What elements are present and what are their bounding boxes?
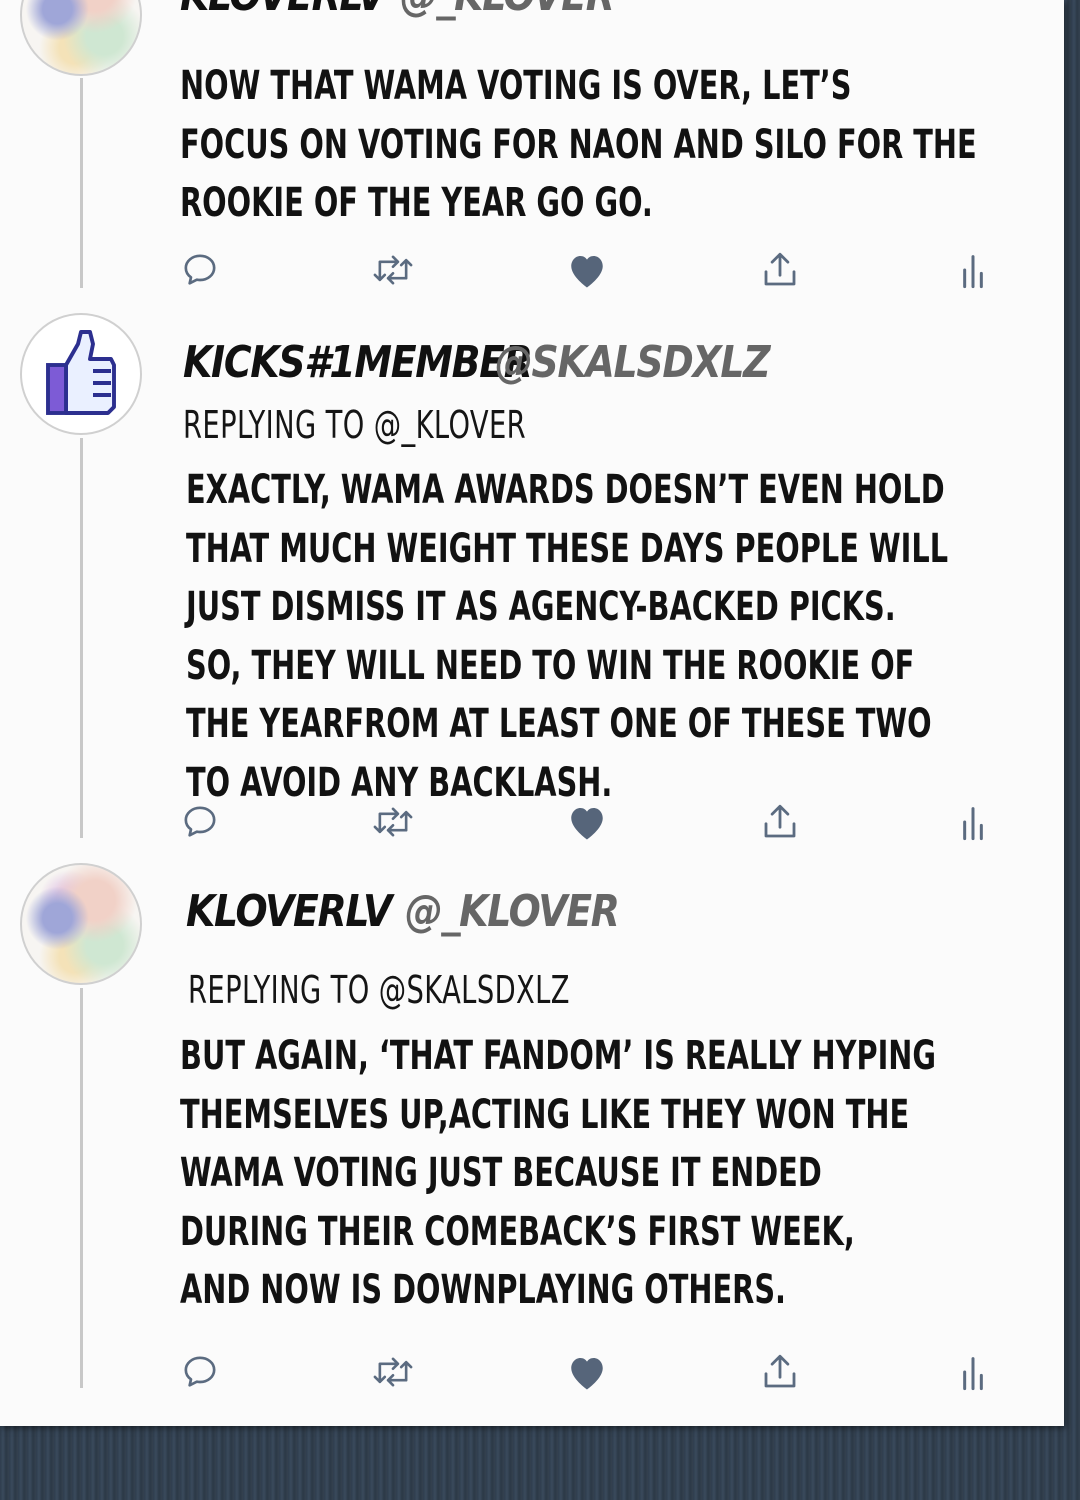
tweet-thread-panel: KLOVERLV @_KLOVER NOW THAT WAMA VOTING I…: [0, 0, 1064, 1426]
thread-connector-line: [80, 438, 83, 838]
thread-connector-line: [80, 78, 83, 288]
display-name[interactable]: KLOVERLV: [180, 0, 386, 21]
analytics-icon[interactable]: [948, 1347, 998, 1397]
tweet-text-line: THAT MUCH WEIGHT THESE DAYS PEOPLE WILL: [186, 525, 949, 572]
tweet-text-line: WAMA VOTING JUST BECAUSE IT ENDED: [180, 1150, 822, 1196]
user-handle[interactable]: @_KLOVER: [400, 0, 615, 21]
tweet-actions: [175, 1347, 1000, 1397]
tweet-text-line: SO, THEY WILL NEED TO WIN THE ROOKIE OF: [186, 642, 915, 689]
tweet-text: EXACTLY, WAMA AWARDS DOESN’T EVEN HOLD T…: [186, 461, 948, 812]
reply-icon[interactable]: [175, 245, 225, 295]
tweet-text-line: THEMSELVES UP,ACTING LIKE THEY WON THE: [180, 1091, 910, 1138]
like-icon[interactable]: [562, 245, 612, 295]
user-handle[interactable]: @_KLOVER: [405, 886, 620, 937]
analytics-icon[interactable]: [948, 245, 998, 295]
tweet-text: NOW THAT WAMA VOTING IS OVER, LET’S FOCU…: [180, 57, 977, 233]
thumbs-up-icon: [46, 330, 116, 415]
tweet-text-line: FOCUS ON VOTING FOR NAON AND SILO FOR TH…: [180, 121, 977, 168]
share-icon[interactable]: [755, 797, 805, 847]
tweet-text-line: JUST DISMISS IT AS AGENCY-BACKED PICKS.: [186, 584, 896, 630]
avatar[interactable]: [20, 863, 142, 985]
reply-icon[interactable]: [175, 797, 225, 847]
tweet-text-line: BUT AGAIN, ‘THAT FANDOM’ IS REALLY HYPIN…: [180, 1033, 936, 1079]
retweet-icon[interactable]: [368, 1347, 418, 1397]
tweet-text-line: AND NOW IS DOWNPLAYING OTHERS.: [180, 1267, 786, 1313]
replying-to-label: REPLYING TO @_KLOVER: [183, 403, 527, 447]
replying-to-label: REPLYING TO @SKALSDXLZ: [188, 968, 570, 1012]
like-icon[interactable]: [562, 797, 612, 847]
display-name[interactable]: KLOVERLV: [186, 886, 392, 937]
avatar[interactable]: [20, 0, 142, 76]
tweet-text-line: DURING THEIR COMEBACK’S FIRST WEEK,: [180, 1208, 855, 1255]
thread-connector-line: [80, 988, 83, 1388]
retweet-icon[interactable]: [368, 245, 418, 295]
retweet-icon[interactable]: [368, 797, 418, 847]
tweet-text-line: EXACTLY, WAMA AWARDS DOESN’T EVEN HOLD: [186, 467, 945, 513]
user-handle[interactable]: @SKALSDXLZ: [495, 337, 771, 388]
tweet-text-line: THE YEARFROM AT LEAST ONE OF THESE TWO: [186, 701, 932, 747]
tweet-text: BUT AGAIN, ‘THAT FANDOM’ IS REALLY HYPIN…: [180, 1027, 936, 1320]
like-icon[interactable]: [562, 1347, 612, 1397]
avatar[interactable]: [20, 313, 142, 435]
analytics-icon[interactable]: [948, 797, 998, 847]
reply-icon[interactable]: [175, 1347, 225, 1397]
tweet-actions: [175, 797, 1000, 847]
share-icon[interactable]: [755, 245, 805, 295]
tweet-text-line: NOW THAT WAMA VOTING IS OVER, LET’S: [180, 63, 852, 109]
display-name[interactable]: KICKS#1MEMBER: [183, 337, 533, 388]
tweet-actions: [175, 245, 1000, 295]
tweet-text-line: ROOKIE OF THE YEAR GO GO.: [180, 180, 653, 226]
share-icon[interactable]: [755, 1347, 805, 1397]
